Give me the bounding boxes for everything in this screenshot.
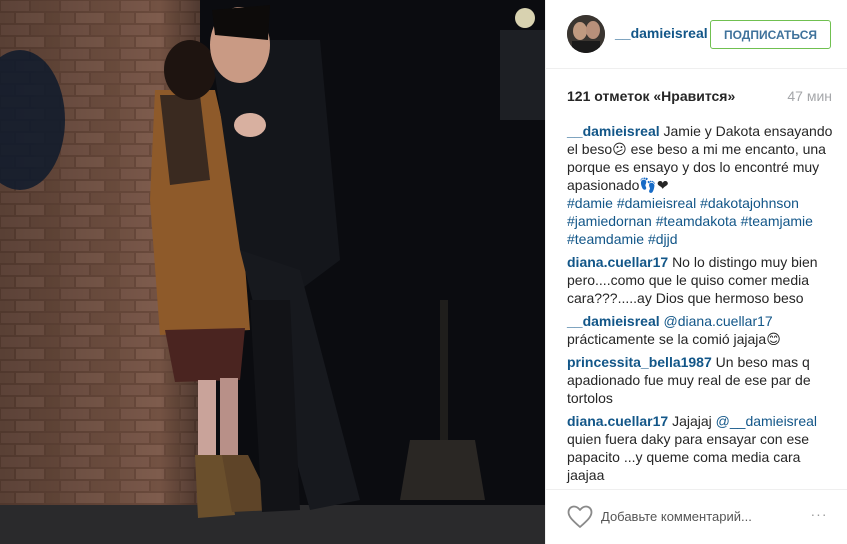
avatar-image: [567, 15, 605, 53]
hashtag[interactable]: #damie: [567, 195, 613, 211]
comment-username[interactable]: princessita_bella1987: [567, 354, 712, 370]
comment-username[interactable]: diana.cuellar17: [567, 254, 668, 270]
likes-row: 121 отметок «Нравится» 47 мин: [567, 88, 832, 106]
post-time[interactable]: 47 мин: [787, 88, 832, 104]
comment-text: Jajajaj: [672, 413, 712, 429]
follow-button[interactable]: ПОДПИСАТЬСЯ: [710, 20, 831, 49]
post-details-panel: __damieisreal ПОДПИСАТЬСЯ 121 отметок «Н…: [545, 0, 847, 544]
hashtag[interactable]: #damieisreal: [617, 195, 696, 211]
hashtag[interactable]: #dakotajohnson: [700, 195, 799, 211]
comment-item: diana.cuellar17 No lo distingo muy bien …: [567, 253, 833, 307]
post-footer: ···: [546, 489, 847, 544]
caption: __damieisreal Jamie y Dakota ensayando e…: [567, 122, 833, 248]
photo-scene: [0, 0, 545, 544]
comment-item: diana.cuellar17 Jajajaj @__damieisreal q…: [567, 412, 833, 484]
heart-outline-icon[interactable]: [567, 505, 593, 529]
comment-text-continued: quien fuera daky para ensayar con ese pa…: [567, 431, 810, 483]
ellipsis-icon[interactable]: ···: [806, 506, 832, 526]
comment-text: prácticamente se la comió jajaja😊: [567, 331, 781, 347]
hashtag[interactable]: #teamdamie: [567, 231, 644, 247]
caption-username[interactable]: __damieisreal: [567, 123, 660, 139]
likes-count[interactable]: 121 отметок «Нравится»: [567, 88, 735, 104]
post-photo[interactable]: [0, 0, 545, 544]
hashtag[interactable]: #teamjamie: [741, 213, 813, 229]
hashtag[interactable]: #djjd: [648, 231, 678, 247]
comment-username[interactable]: diana.cuellar17: [567, 413, 668, 429]
comment-username[interactable]: __damieisreal: [567, 313, 660, 329]
comment-mention[interactable]: @__damieisreal: [716, 413, 817, 429]
avatar[interactable]: [567, 15, 605, 53]
post-header: __damieisreal ПОДПИСАТЬСЯ: [546, 0, 847, 69]
header-username[interactable]: __damieisreal: [615, 25, 708, 41]
hashtag[interactable]: #teamdakota: [656, 213, 737, 229]
comments-list: __damieisreal Jamie y Dakota ensayando e…: [567, 122, 833, 489]
comment-mention[interactable]: @diana.cuellar17: [664, 313, 773, 329]
comment-input[interactable]: [601, 506, 801, 526]
comment-item: __damieisreal @diana.cuellar17 prácticam…: [567, 312, 833, 348]
caption-tags: #damie #damieisreal #dakotajohnson #jami…: [567, 194, 833, 248]
comment-item: princessita_bella1987 Un beso mas q apad…: [567, 353, 833, 407]
hashtag[interactable]: #jamiedornan: [567, 213, 652, 229]
